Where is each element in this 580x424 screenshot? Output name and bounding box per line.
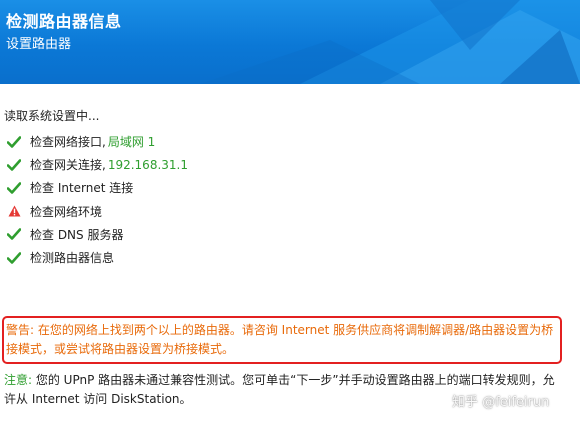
check-icon [6,250,22,266]
warning-text: 警告: 在您的网络上找到两个以上的路由器。请咨询 Internet 服务供应商将… [6,323,554,356]
page-title: 检测路由器信息 [6,12,122,31]
check-label: 检查网关连接, [30,158,106,173]
reading-status-text: 读取系统设置中... [4,109,100,123]
check-icon [6,226,22,242]
header-banner: 检测路由器信息 设置路由器 [0,0,580,84]
check-icon [6,180,22,196]
warning-message: 警告: 在您的网络上找到两个以上的路由器。请咨询 Internet 服务供应商将… [2,316,562,364]
page-subtitle: 设置路由器 [6,37,72,52]
check-label: 检查 Internet 连接 [30,181,134,196]
check-icon [6,134,22,150]
check-item-gateway: 检查网关连接, 192.168.31.1 [6,153,188,176]
check-item-router-info: 检测路由器信息 [6,246,188,269]
watermark: 知乎 @feifeirun [452,395,550,410]
check-value: 局域网 1 [107,135,156,150]
note-label: 注意: [4,373,33,387]
check-label: 检查 DNS 服务器 [30,227,124,242]
check-item-network-environment: 检查网络环境 [6,200,188,223]
check-label: 检查网络环境 [30,204,103,219]
check-item-dns: 检查 DNS 服务器 [6,223,188,246]
check-icon [6,157,22,173]
check-item-internet: 检查 Internet 连接 [6,176,188,199]
check-label: 检测路由器信息 [30,251,115,266]
check-label: 检查网络接口, [30,135,106,150]
check-value: 192.168.31.1 [107,157,188,172]
check-list: 检查网络接口, 局域网 1 检查网关连接, 192.168.31.1 检查 In… [6,130,188,269]
check-item-network-interface: 检查网络接口, 局域网 1 [6,130,188,153]
warning-icon [6,203,22,219]
